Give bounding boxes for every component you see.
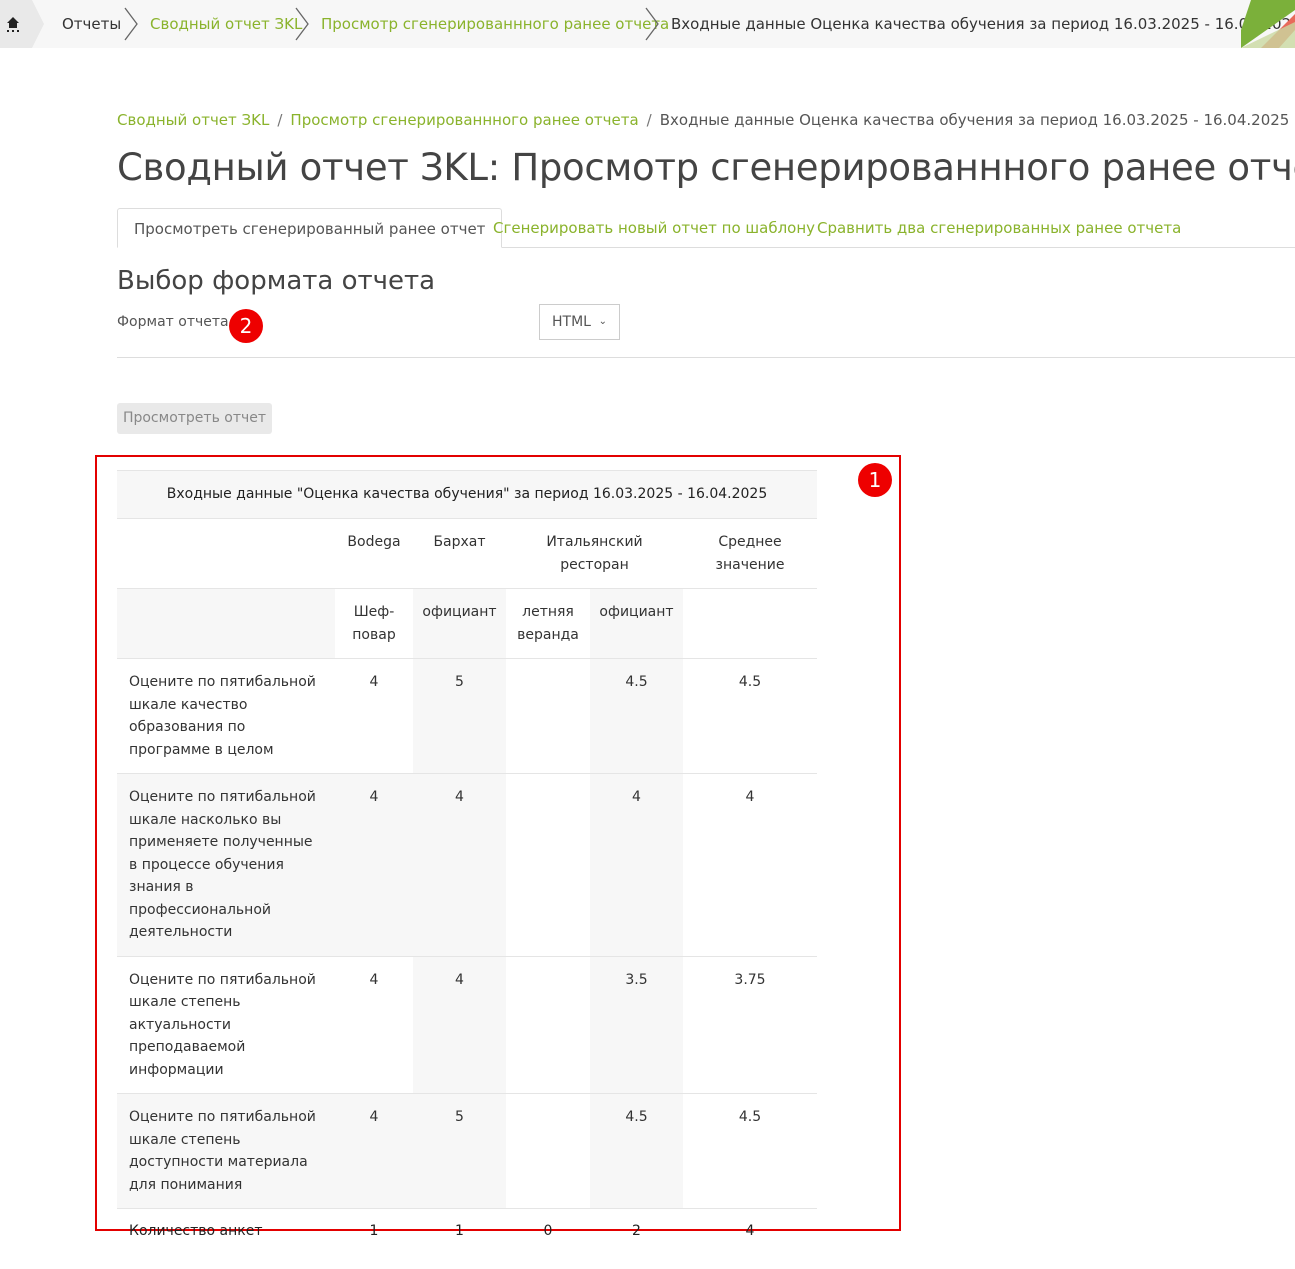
home-button[interactable] [0,0,44,48]
table-row: Оцените по пятибальной шкале качество об… [117,658,817,774]
table-row: Оцените по пятибальной шкале насколько в… [117,773,817,956]
tab-view-report[interactable]: Просмотреть сгенерированный ранее отчет [117,208,503,248]
average-cell: 4.5 [683,1093,817,1209]
chevron-right-icon [124,7,138,41]
tab-generate-report[interactable]: Сгенерировать новый отчет по шаблону [477,208,831,248]
average-cell: 4.5 [683,658,817,774]
value-cell: 4 [590,773,683,956]
average-cell: 3.75 [683,955,817,1094]
value-cell: 4 [335,658,413,774]
breadcrumb-separator: / [646,111,652,129]
breadcrumb-summary-link[interactable]: Сводный отчет ЗKL [117,111,269,129]
group-header: Бархат [413,518,506,589]
subheader: официант [413,588,506,659]
value-cell: 4 [413,955,506,1094]
value-cell [506,1093,590,1209]
annotation-badge-1: 1 [858,463,892,497]
breadcrumb-current: Входные данные Оценка качества обучения … [659,111,1290,129]
home-icon [7,17,19,32]
count-cell: 2 [590,1208,683,1253]
subheader: Шеф-повар [335,588,413,659]
chevron-right-icon [295,7,309,41]
group-header: Bodega [335,518,413,589]
decorative-corner-art [1241,0,1295,48]
count-label: Количество анкет [117,1208,335,1253]
subheader: летняя веранда [506,588,590,659]
question-cell: Оцените по пятибальной шкале степень дос… [117,1093,335,1209]
average-cell: 4 [683,773,817,956]
value-cell: 4 [413,773,506,956]
group-header: Среднее значение [683,518,817,589]
chevron-right-icon [645,7,659,41]
topbar-crumb-reports[interactable]: Отчеты [62,14,121,34]
value-cell: 4.5 [590,658,683,774]
value-cell: 3.5 [590,955,683,1094]
value-cell: 4 [335,1093,413,1209]
header-empty [117,518,335,589]
top-breadcrumb-bar: Отчеты Сводный отчет ЗKL Просмотр сгенер… [0,0,1295,48]
count-cell: 1 [335,1208,413,1253]
format-select-value: HTML [552,314,591,330]
count-cell: 4 [683,1208,817,1253]
divider [117,357,1295,358]
question-cell: Оцените по пятибальной шкале насколько в… [117,773,335,956]
section-title: Выбор формата отчета [117,266,436,296]
topbar-crumb-summary[interactable]: Сводный отчет ЗKL [150,14,302,34]
view-report-button[interactable]: Просмотреть отчет [117,403,272,434]
format-label: Формат отчета [117,314,229,330]
question-cell: Оцените по пятибальной шкале качество об… [117,658,335,774]
topbar-crumb-current: Входные данные Оценка качества обучения … [671,15,1295,33]
subheader-empty [117,588,335,659]
value-cell: 4.5 [590,1093,683,1209]
format-select[interactable]: HTML ⌄ [539,304,620,340]
topbar-crumb-view[interactable]: Просмотр сгенерированнного ранее отчета [321,14,669,34]
value-cell [506,955,590,1094]
group-header: Итальянский ресторан [506,518,683,589]
subheader-empty [683,588,817,659]
value-cell [506,773,590,956]
value-cell: 5 [413,1093,506,1209]
value-cell: 4 [335,773,413,956]
report-title: Входные данные "Оценка качества обучения… [117,470,817,519]
tab-bar: Просмотреть сгенерированный ранее отчет … [117,208,1295,248]
table-row: Оцените по пятибальной шкале степень дос… [117,1093,817,1209]
page-title: Сводный отчет ЗKL: Просмотр сгенерирован… [117,146,1295,189]
tab-compare-reports[interactable]: Сравнить два сгенерированных ранее отчет… [801,208,1197,248]
breadcrumb: Сводный отчет ЗKL / Просмотр сгенерированн… [117,110,1289,130]
breadcrumb-separator: / [277,111,283,129]
count-cell: 0 [506,1208,590,1253]
value-cell: 5 [413,658,506,774]
report-table: Входные данные "Оценка качества обучения… [117,470,817,1253]
question-cell: Оцените по пятибальной шкале степень акт… [117,955,335,1094]
chevron-down-icon: ⌄ [598,316,607,327]
table-row: Оцените по пятибальной шкале степень акт… [117,955,817,1094]
subheader: официант [590,588,683,659]
value-cell [506,658,590,774]
value-cell: 4 [335,955,413,1094]
count-row: Количество анкет 1 1 0 2 4 [117,1208,817,1253]
breadcrumb-view-link[interactable]: Просмотр сгенерированнного ранее отчета [290,111,638,129]
annotation-badge-2: 2 [229,309,263,343]
count-cell: 1 [413,1208,506,1253]
